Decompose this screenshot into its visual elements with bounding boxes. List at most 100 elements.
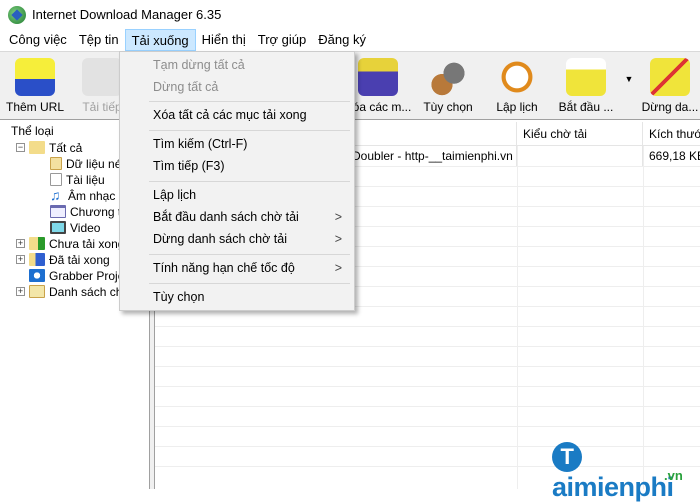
start-queue-dropdown-arrow-icon[interactable]: ▼ (622, 74, 636, 88)
options-button[interactable]: Tùy chọn (418, 52, 478, 120)
menu-item-delete-completed[interactable]: Xóa tất cả các mục tải xong (120, 104, 354, 126)
idm-logo-icon (8, 5, 26, 24)
menu-item-speed-limiter[interactable]: Tính năng hạn chế tốc độ > (120, 257, 354, 279)
grid-line (517, 146, 518, 489)
folder-download-icon (29, 237, 45, 250)
button-label: Lập lịch (496, 100, 538, 114)
folder-check-icon (29, 253, 45, 266)
tai-xuong-dropdown-menu: Tạm dừng tất cả Dừng tất cả Xóa tất cả c… (119, 51, 355, 311)
stop-queue-button[interactable]: Dừng da... (638, 52, 700, 120)
title-bar: Internet Download Manager 6.35 (0, 0, 700, 29)
tree-item-all[interactable]: − Tất cả (16, 139, 82, 156)
grid-line (155, 366, 700, 367)
column-header-size[interactable]: Kích thước (643, 122, 700, 146)
music-icon: ♫ (50, 187, 61, 203)
menu-item-pause-all[interactable]: Tạm dừng tất cả (120, 54, 354, 76)
folders-queue-icon (29, 285, 45, 298)
menu-item-label: Dừng danh sách chờ tải (153, 232, 288, 246)
menu-item-start-queue[interactable]: Bắt đầu danh sách chờ tải > (120, 206, 354, 228)
grid-line (155, 406, 700, 407)
start-queue-icon (566, 58, 606, 96)
menu-item-label: Xóa tất cả các mục tải xong (153, 108, 307, 122)
watermark-brand: aimienphi (552, 471, 674, 502)
menu-item-label: Tìm kiếm (Ctrl-F) (153, 137, 248, 151)
grid-line (155, 386, 700, 387)
menu-separator (149, 283, 350, 284)
resume-icon (82, 58, 122, 96)
tree-item-grabber[interactable]: Grabber Proje (29, 267, 124, 284)
video-icon (50, 221, 66, 234)
tree-label: Dữ liệu né (66, 156, 122, 171)
submenu-arrow-icon: > (334, 261, 342, 275)
folder-open-icon (29, 141, 45, 154)
menu-item-label: Tìm tiếp (F3) (153, 159, 225, 173)
menu-item-label: Dừng tất cả (153, 80, 219, 94)
tree-label: Đã tải xong (49, 252, 110, 267)
window-title: Internet Download Manager 6.35 (32, 7, 222, 22)
menu-item-label: Tùy chọn (153, 290, 205, 304)
grabber-ie-icon (29, 269, 45, 282)
row-queue[interactable] (517, 146, 643, 166)
add-url-button[interactable]: Thêm URL (2, 52, 68, 120)
menu-item-stop-all[interactable]: Dừng tất cả (120, 76, 354, 98)
watermark-letter: T (552, 441, 582, 472)
tree-label: Video (70, 220, 101, 235)
menu-separator (149, 181, 350, 182)
column-header-queue[interactable]: Kiểu chờ tải (517, 122, 643, 146)
scheduler-button[interactable]: Lập lịch (487, 52, 547, 120)
options-gears-icon (428, 58, 468, 96)
menu-tro-giup[interactable]: Trợ giúp (252, 29, 313, 51)
tree-item-documents[interactable]: Tài liệu (50, 171, 105, 188)
menu-tai-xuong[interactable]: Tải xuống (124, 29, 196, 51)
tree-item-programs[interactable]: Chương tr (50, 203, 125, 220)
tree-item-finished[interactable]: + Đã tải xong (16, 251, 110, 268)
tree-item-music[interactable]: ♫ Âm nhạc (50, 187, 115, 204)
menu-item-stop-queue[interactable]: Dừng danh sách chờ tải > (120, 228, 354, 250)
start-queue-button[interactable]: Bắt đầu ... (552, 52, 620, 120)
tree-label: Grabber Proje (49, 268, 125, 283)
grid-line (155, 346, 700, 347)
grid-line (155, 326, 700, 327)
grid-line (155, 426, 700, 427)
tree-item-unfinished[interactable]: + Chưa tải xong (16, 235, 124, 252)
menu-hien-thi[interactable]: Hiển thị (196, 29, 252, 51)
menu-dang-ky[interactable]: Đăng ký (312, 29, 372, 51)
archive-icon (50, 157, 62, 170)
collapse-icon[interactable]: − (16, 143, 25, 152)
tree-item-video[interactable]: Video (50, 219, 100, 236)
menu-separator (149, 130, 350, 131)
menu-item-label: Tính năng hạn chế tốc độ (153, 261, 295, 275)
submenu-arrow-icon: > (334, 232, 342, 246)
button-label: Tùy chọn (423, 100, 473, 114)
button-label: Dừng da... (641, 100, 699, 114)
tree-label: Tài liệu (66, 172, 105, 187)
expand-icon[interactable]: + (16, 239, 25, 248)
expand-icon[interactable]: + (16, 255, 25, 264)
tree-item-queues[interactable]: + Danh sách chờ (16, 283, 130, 300)
tree-label: Chưa tải xong (49, 236, 125, 251)
menu-item-scheduler[interactable]: Lập lịch (120, 184, 354, 206)
button-label: Thêm URL (5, 100, 64, 114)
delete-completed-icon (358, 58, 398, 96)
menu-item-label: Tạm dừng tất cả (153, 58, 245, 72)
menu-item-label: Lập lịch (153, 188, 197, 202)
submenu-arrow-icon: > (334, 210, 342, 224)
grid-line (643, 146, 644, 489)
menu-cong-viec[interactable]: Công việc (3, 29, 73, 51)
document-icon (50, 173, 62, 186)
expand-icon[interactable]: + (16, 287, 25, 296)
menu-item-find[interactable]: Tìm kiếm (Ctrl-F) (120, 133, 354, 155)
add-url-icon (15, 58, 55, 96)
tree-label: Chương tr (70, 204, 126, 219)
stop-queue-icon (650, 58, 690, 96)
scheduler-clock-icon (497, 58, 537, 96)
tree-item-archives[interactable]: Dữ liệu né (50, 155, 121, 172)
menu-item-label: Bắt đầu danh sách chờ tải (153, 210, 299, 224)
menu-item-options[interactable]: Tùy chọn (120, 286, 354, 308)
menu-item-find-next[interactable]: Tìm tiếp (F3) (120, 155, 354, 177)
menu-separator (149, 254, 350, 255)
menu-bar: Công việc Tệp tin Tải xuống Hiển thị Trợ… (0, 29, 700, 51)
tree-label: Tất cả (49, 140, 83, 155)
menu-tep-tin[interactable]: Tệp tin (73, 29, 125, 51)
row-size[interactable]: 669,18 KB (643, 146, 700, 166)
